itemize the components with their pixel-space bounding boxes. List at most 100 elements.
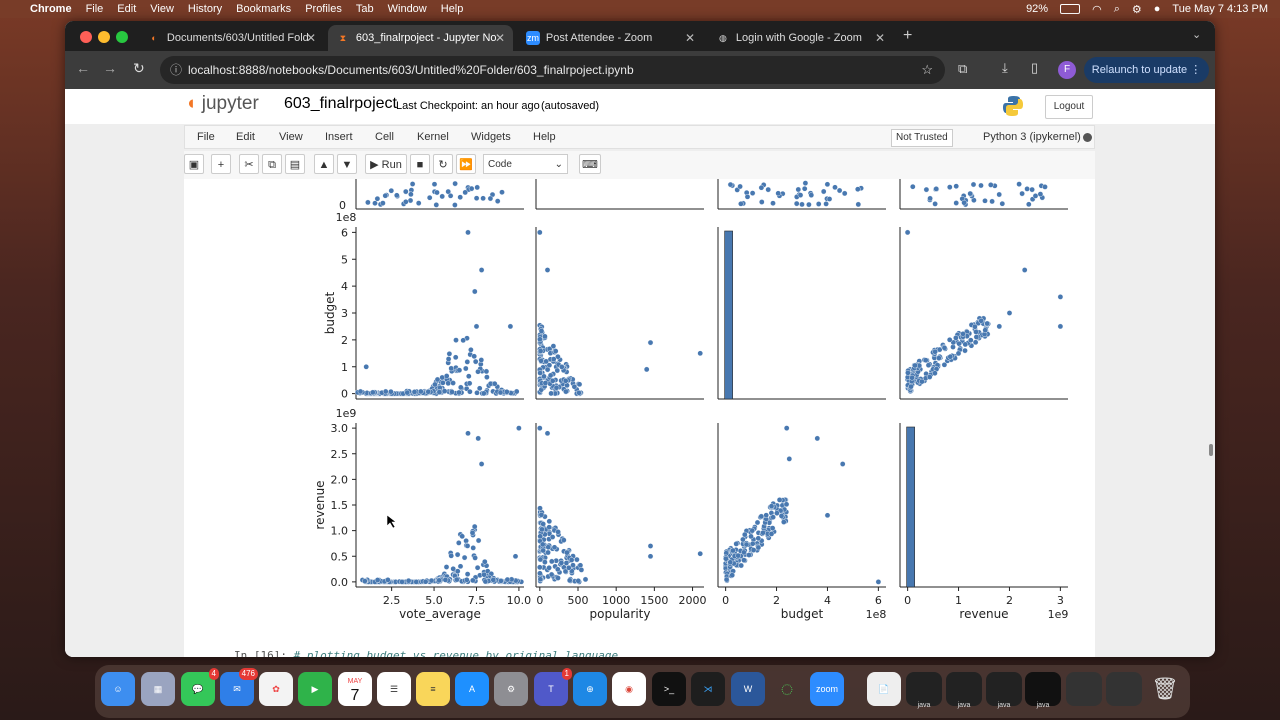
close-tab-icon[interactable]: ✕: [875, 31, 885, 45]
paste-button[interactable]: ▤: [285, 154, 305, 174]
move-up-button[interactable]: ▲: [314, 154, 334, 174]
wifi-icon[interactable]: ◠: [1092, 3, 1102, 16]
menubar-clock[interactable]: Tue May 7 4:13 PM: [1172, 3, 1268, 15]
messages-icon[interactable]: 💬 4: [181, 668, 219, 706]
menu-edit[interactable]: Edit: [236, 131, 255, 143]
menu-widgets[interactable]: Widgets: [471, 131, 511, 143]
command-palette-button[interactable]: ⌨: [579, 154, 601, 174]
site-info-icon[interactable]: ⓘ: [170, 56, 182, 84]
side-panel-icon[interactable]: ▯: [1031, 60, 1038, 76]
menubar-item-window[interactable]: Window: [388, 3, 427, 15]
extensions-icon[interactable]: ⧉: [958, 61, 967, 77]
move-down-button[interactable]: ▼: [337, 154, 357, 174]
search-icon[interactable]: ⌕: [1114, 3, 1120, 16]
save-button[interactable]: ▣: [184, 154, 204, 174]
java-window-thumbnail-1[interactable]: java: [906, 672, 942, 709]
menubar-item-bookmarks[interactable]: Bookmarks: [236, 3, 291, 15]
url-input[interactable]: ⓘ localhost:8888/notebooks/Documents/603…: [160, 56, 945, 84]
java-window-thumbnail-3[interactable]: java: [986, 672, 1022, 709]
page-scrollbar[interactable]: [1209, 444, 1213, 456]
tab-notebook[interactable]: ⧗ 603_finalrpoject - Jupyter No ✕: [328, 25, 513, 51]
cut-button[interactable]: ✂: [239, 154, 259, 174]
control-center-icon[interactable]: ⚙: [1132, 3, 1142, 16]
battery-percent[interactable]: 92%: [1026, 3, 1048, 15]
menubar-item-view[interactable]: View: [150, 3, 174, 15]
siri-icon[interactable]: ●: [1154, 3, 1161, 15]
insert-cell-button[interactable]: +: [211, 154, 231, 174]
teams-icon[interactable]: T1: [534, 668, 572, 706]
reminders-icon[interactable]: ☰: [377, 672, 411, 706]
menu-cell[interactable]: Cell: [375, 131, 394, 143]
loading-app-icon[interactable]: ◌: [770, 672, 804, 706]
run-button[interactable]: ▶ Run: [365, 154, 407, 174]
notes-icon[interactable]: ≡: [416, 672, 450, 706]
mail-icon[interactable]: ✉ 476: [220, 668, 258, 706]
copy-button[interactable]: ⧉: [262, 154, 282, 174]
kernel-name[interactable]: Python 3 (ipykernel): [983, 131, 1081, 143]
calendar-icon[interactable]: MAY 7: [338, 672, 372, 706]
terminal-icon[interactable]: >_: [652, 672, 686, 706]
minimized-window-thumbnail-1[interactable]: [1066, 672, 1102, 706]
interrupt-button[interactable]: ■: [410, 154, 430, 174]
menubar-item-history[interactable]: History: [188, 3, 222, 15]
download-icon[interactable]: ⤓: [1002, 60, 1008, 76]
restart-run-all-button[interactable]: ⏩: [456, 154, 476, 174]
scatter-point: [996, 323, 1003, 330]
close-tab-icon[interactable]: ✕: [685, 31, 695, 45]
tab-post-attendee[interactable]: zm Post Attendee - Zoom ✕: [518, 25, 703, 51]
tab-title: Login with Google - Zoom: [735, 32, 862, 44]
tab-documents[interactable]: ◐ Documents/603/Untitled Fold ✕: [139, 25, 324, 51]
launchpad-icon[interactable]: ▦: [141, 672, 175, 706]
next-code-cell[interactable]: In [16]: # plotting budget vs revenue by…: [234, 649, 618, 657]
close-tab-icon[interactable]: ✕: [495, 31, 505, 45]
battery-icon[interactable]: [1060, 4, 1081, 14]
close-window-button[interactable]: [80, 31, 92, 43]
menubar-app-name[interactable]: Chrome: [30, 3, 72, 15]
bookmark-star-icon[interactable]: ☆: [921, 56, 933, 84]
menu-file[interactable]: File: [197, 131, 215, 143]
facetime-icon[interactable]: ▶: [298, 672, 332, 706]
scatter-point: [537, 576, 544, 583]
back-icon[interactable]: ←: [76, 60, 90, 76]
logout-button[interactable]: Logout: [1045, 95, 1093, 119]
menubar-item-file[interactable]: File: [86, 3, 104, 15]
minimize-window-button[interactable]: [98, 31, 110, 43]
restart-button[interactable]: ↻: [433, 154, 453, 174]
system-settings-icon[interactable]: ⚙: [494, 672, 528, 706]
scatter-point: [749, 540, 756, 547]
tab-search-icon[interactable]: ⌄: [1192, 28, 1201, 41]
java-window-thumbnail-4[interactable]: java: [1025, 672, 1061, 709]
photos-icon[interactable]: ✿: [259, 672, 293, 706]
menubar-item-tab[interactable]: Tab: [356, 3, 374, 15]
menu-help[interactable]: Help: [533, 131, 556, 143]
minimized-window-thumbnail-2[interactable]: [1106, 672, 1142, 706]
vscode-icon[interactable]: ⋊: [691, 672, 725, 706]
notebook-name[interactable]: 603_finalrpoject: [284, 95, 397, 113]
relaunch-button[interactable]: Relaunch to update ⋮: [1084, 57, 1209, 83]
tab-login-google[interactable]: ◍ Login with Google - Zoom ✕: [708, 25, 893, 51]
new-tab-icon[interactable]: +: [903, 27, 912, 45]
document-icon[interactable]: 📄: [867, 672, 901, 706]
menubar-item-edit[interactable]: Edit: [117, 3, 136, 15]
app-store-icon[interactable]: A: [455, 672, 489, 706]
word-icon[interactable]: W: [731, 672, 765, 706]
profile-avatar[interactable]: F: [1058, 61, 1076, 79]
close-tab-icon[interactable]: ✕: [306, 31, 316, 45]
jupyter-logo[interactable]: ◖ jupyter: [185, 93, 259, 115]
trash-icon[interactable]: 🗑: [1148, 672, 1182, 706]
menu-kernel[interactable]: Kernel: [417, 131, 449, 143]
reload-icon[interactable]: ↻: [133, 60, 145, 77]
menu-insert[interactable]: Insert: [325, 131, 353, 143]
zoom-icon[interactable]: zoom: [810, 672, 844, 706]
zoom-window-button[interactable]: [116, 31, 128, 43]
menubar-item-profiles[interactable]: Profiles: [305, 3, 342, 15]
chrome-icon[interactable]: ◉: [612, 672, 646, 706]
java-window-thumbnail-2[interactable]: java: [946, 672, 982, 709]
menubar-item-help[interactable]: Help: [441, 3, 464, 15]
trusted-indicator[interactable]: Not Trusted: [891, 129, 953, 147]
forward-icon[interactable]: →: [103, 60, 117, 76]
safari-icon[interactable]: ⊕: [573, 672, 607, 706]
finder-icon[interactable]: ☺: [101, 672, 135, 706]
cell-type-select[interactable]: Code ⌄: [483, 154, 568, 174]
menu-view[interactable]: View: [279, 131, 303, 143]
